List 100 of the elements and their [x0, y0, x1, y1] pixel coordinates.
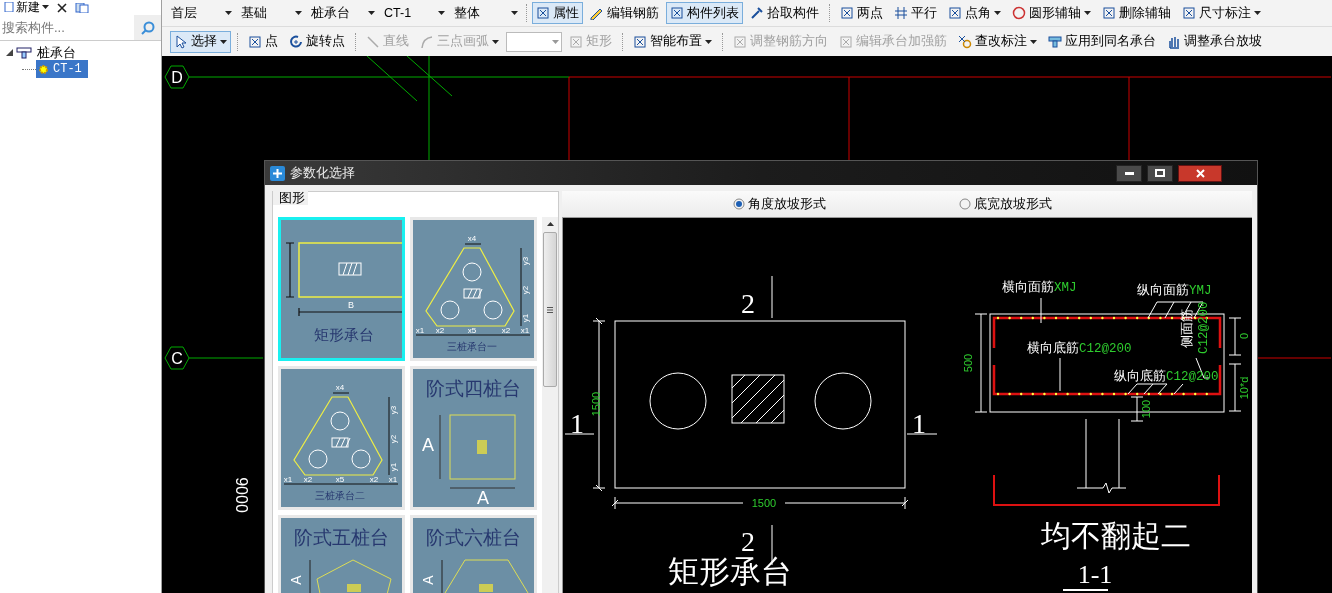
- line-icon: [366, 34, 380, 49]
- dimension-label: x1: [520, 326, 530, 335]
- section-mark: 2: [741, 288, 755, 319]
- axis-marker: D: [164, 65, 190, 89]
- tree-item[interactable]: 桩承台: [35, 42, 78, 63]
- dimension-text: 1500: [590, 391, 602, 417]
- rebar-spec: C12@200: [1197, 301, 1211, 354]
- new-button[interactable]: 新建: [4, 1, 49, 13]
- caret-icon: [511, 11, 518, 15]
- caret-icon: [705, 39, 712, 44]
- dropdown-field[interactable]: 基础: [238, 2, 305, 24]
- dimension-label: y1: [389, 462, 398, 472]
- column-hatch-icon: [331, 437, 351, 448]
- toolbar-button[interactable]: 选择: [170, 30, 231, 53]
- caret-icon: [220, 39, 227, 44]
- dimension-label: x2: [501, 326, 511, 335]
- hand-icon: [1167, 34, 1181, 49]
- rebar-label: 纵向底筋C12@200: [1114, 369, 1219, 384]
- drawing-title: 均不翻起二: [1041, 519, 1191, 552]
- thumbnail-title: 阶式五桩台: [293, 527, 389, 548]
- radio-option[interactable]: 底宽放坡形式: [959, 194, 1052, 214]
- expanded-arrow-icon[interactable]: [6, 49, 13, 56]
- section-mark: 2: [741, 526, 755, 557]
- toolbar-button[interactable]: 编辑钢筋: [586, 2, 663, 24]
- thumbnail-title: 阶式四桩台: [425, 378, 521, 399]
- cursor-icon: [174, 34, 188, 49]
- toolbar-button[interactable]: 圆形辅轴: [1008, 2, 1095, 24]
- dropdown-field[interactable]: 桩承台: [308, 2, 378, 24]
- dimension-text: 500: [962, 353, 974, 373]
- pen-icon: [590, 6, 604, 20]
- toolbar-button[interactable]: 点: [244, 30, 282, 53]
- dimension-label: x2: [369, 475, 379, 484]
- scrollbar[interactable]: [542, 217, 558, 593]
- toolbar-button[interactable]: 平行: [890, 2, 941, 24]
- toolbar-button[interactable]: 智能布置: [629, 30, 716, 53]
- copy-icon[interactable]: [75, 3, 89, 13]
- caret-icon: [368, 11, 375, 15]
- scrollbar-thumb[interactable]: [543, 232, 557, 387]
- column-hatch-icon: [463, 288, 483, 299]
- eyedropper-icon: [750, 6, 764, 20]
- toolbar-button[interactable]: 尺寸标注: [1178, 2, 1265, 24]
- toolbar-button[interactable]: 拾取构件: [746, 2, 823, 24]
- dimension-label: y1: [521, 313, 530, 323]
- toolbar-button[interactable]: 属性: [532, 2, 583, 24]
- window-title: 参数化选择: [290, 164, 355, 182]
- minimize-button[interactable]: [1116, 164, 1142, 182]
- toolbar-button[interactable]: 两点: [836, 2, 887, 24]
- toolbar-button[interactable]: 删除辅轴: [1098, 2, 1175, 24]
- search-button[interactable]: [134, 15, 161, 40]
- rectangle-icon: [569, 34, 583, 49]
- dropdown-field[interactable]: 首层: [168, 2, 235, 24]
- maximize-icon: [1155, 169, 1165, 177]
- dimension-label: x1: [283, 475, 293, 484]
- radio-option[interactable]: 角度放坡形式: [733, 194, 826, 214]
- parallel-lines-icon: [894, 6, 908, 20]
- dimension-label: x2: [435, 326, 445, 335]
- caret-icon: [1084, 11, 1091, 15]
- toolbar-button[interactable]: 旋转点: [285, 30, 349, 53]
- toolbar-button[interactable]: 应用到同名承台: [1044, 30, 1160, 53]
- dimension-label: A: [420, 575, 436, 585]
- grip-icon: [547, 306, 553, 313]
- dimension-text: 1500: [751, 497, 777, 509]
- group-label: 图形: [273, 191, 308, 205]
- rebar-label: 横向底筋C12@200: [1027, 341, 1132, 356]
- tree-item[interactable]: CT-1: [36, 60, 88, 78]
- dropdown-field[interactable]: 整体: [451, 2, 521, 24]
- caret-icon: [225, 11, 232, 15]
- close-button[interactable]: [1178, 164, 1222, 182]
- close-icon[interactable]: [57, 3, 67, 13]
- caret-icon: [994, 11, 1001, 15]
- magnifier-icon: [958, 34, 972, 49]
- dimension-label: A: [288, 575, 304, 585]
- toolbar-button[interactable]: 构件列表: [666, 2, 743, 24]
- dimension-label: x5: [335, 475, 345, 484]
- column-hatch-icon: [338, 262, 362, 276]
- circle-icon: [1012, 6, 1026, 20]
- toolbar-button[interactable]: 调整承台放坡: [1163, 30, 1266, 53]
- dimension-label: x2: [303, 475, 313, 484]
- drawing-title: 矩形承台: [668, 554, 792, 589]
- dimension-label: y2: [521, 285, 530, 295]
- scroll-up-icon: [546, 222, 554, 226]
- maximize-button[interactable]: [1147, 164, 1173, 182]
- axis-marker: C: [164, 346, 190, 370]
- dimension-label: A: [477, 488, 489, 507]
- search-icon: [140, 20, 155, 35]
- toolbar-button[interactable]: 点角: [944, 2, 1005, 24]
- caret-icon: [438, 11, 445, 15]
- caret-icon: [295, 11, 302, 15]
- toolbar-button[interactable]: 查改标注: [954, 30, 1041, 53]
- dimension-text: 0: [1238, 332, 1250, 340]
- caret-icon: [552, 39, 559, 44]
- gear-icon: [38, 63, 49, 75]
- minimize-icon: [1124, 171, 1134, 175]
- dropdown-field[interactable]: [506, 31, 562, 52]
- rebar-label: 横向面筋XMJ: [1002, 280, 1077, 295]
- dropdown-field[interactable]: CT-1: [381, 2, 448, 24]
- arc-icon: [420, 34, 434, 49]
- dimension-text: 9000: [233, 477, 250, 513]
- thumbnail-title: 矩形承台: [314, 326, 374, 343]
- dimension-label: x1: [415, 326, 425, 335]
